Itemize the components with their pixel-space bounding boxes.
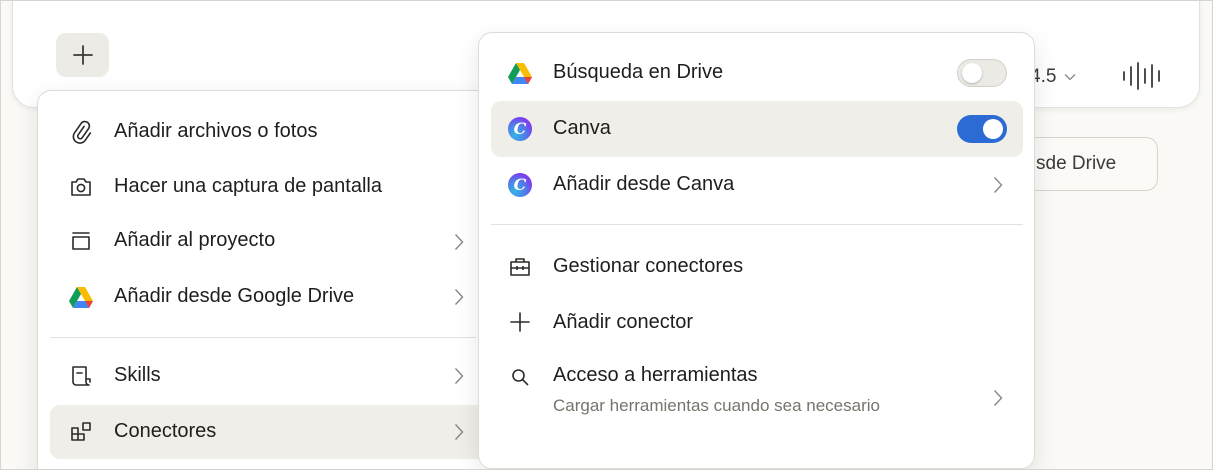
drive-search-toggle[interactable] (957, 59, 1007, 87)
search-icon (507, 364, 533, 390)
chevron-right-icon (454, 288, 464, 306)
menu-item-add-files[interactable]: Añadir archivos o fotos (50, 105, 486, 159)
menu-item-manage-connectors[interactable]: Gestionar conectores (491, 238, 1023, 294)
plus-icon (72, 45, 93, 65)
toolbox-icon (507, 253, 533, 279)
drive-suggestion-chip[interactable]: sde Drive (1028, 137, 1158, 191)
menu-item-skills[interactable]: Skills (50, 349, 486, 403)
chevron-right-icon (993, 389, 1003, 407)
menu-item-connectors[interactable]: Conectores (50, 405, 486, 459)
chevron-right-icon (993, 176, 1003, 194)
waveform-icon (1123, 62, 1160, 90)
canva-icon: C (507, 172, 533, 198)
chevron-right-icon (454, 367, 464, 385)
model-selector[interactable]: 4.5 (1030, 66, 1076, 88)
drive-chip-label: sde Drive (1036, 153, 1117, 174)
chevron-right-icon (454, 233, 464, 251)
menu-item-label: Conectores (114, 420, 217, 442)
menu-divider (50, 337, 476, 338)
menu-item-label: Búsqueda en Drive (553, 61, 724, 83)
google-drive-icon (507, 60, 533, 86)
menu-item-label: Añadir al proyecto (114, 229, 276, 251)
scroll-icon (68, 363, 94, 389)
menu-item-label: Acceso a herramientas (553, 364, 758, 386)
add-content-menu: Añadir archivos o fotos Hacer una captur… (37, 90, 497, 470)
menu-item-label: Hacer una captura de pantalla (114, 175, 382, 197)
menu-item-label: Añadir conector (553, 311, 694, 333)
menu-item-add-from-canva[interactable]: C Añadir desde Canva (491, 157, 1023, 213)
camera-icon (68, 174, 94, 200)
menu-item-add-from-google-drive[interactable]: Añadir desde Google Drive (50, 270, 486, 324)
connectors-icon (68, 419, 94, 445)
paperclip-icon (68, 119, 94, 145)
menu-item-drive-search[interactable]: Búsqueda en Drive (491, 45, 1023, 101)
connectors-submenu: Búsqueda en Drive C Canva C Añadir desde… (478, 32, 1035, 469)
menu-item-canva[interactable]: C Canva (491, 101, 1023, 157)
plus-icon (507, 309, 533, 335)
menu-item-description: Cargar herramientas cuando sea necesario (553, 396, 880, 415)
menu-item-label: Canva (553, 117, 611, 139)
canva-icon: C (507, 116, 533, 142)
add-content-button[interactable] (56, 33, 109, 77)
menu-item-screenshot[interactable]: Hacer una captura de pantalla (50, 160, 486, 214)
menu-item-add-to-project[interactable]: Añadir al proyecto (50, 215, 486, 269)
menu-item-label: Añadir desde Google Drive (114, 285, 355, 307)
menu-item-label: Añadir desde Canva (553, 173, 735, 195)
menu-item-label: Gestionar conectores (553, 255, 744, 277)
menu-divider (491, 224, 1023, 225)
chevron-right-icon (454, 423, 464, 441)
menu-item-label: Añadir archivos o fotos (114, 120, 318, 142)
voice-mode-button[interactable] (1120, 58, 1172, 99)
google-drive-icon (68, 284, 94, 310)
menu-item-add-connector[interactable]: Añadir conector (491, 294, 1023, 350)
project-box-icon (68, 228, 94, 254)
menu-item-tool-access[interactable]: Acceso a herramientas Cargar herramienta… (491, 351, 1023, 451)
menu-item-label: Skills (114, 364, 161, 386)
canva-toggle[interactable] (957, 115, 1007, 143)
chevron-down-icon (1064, 70, 1076, 84)
